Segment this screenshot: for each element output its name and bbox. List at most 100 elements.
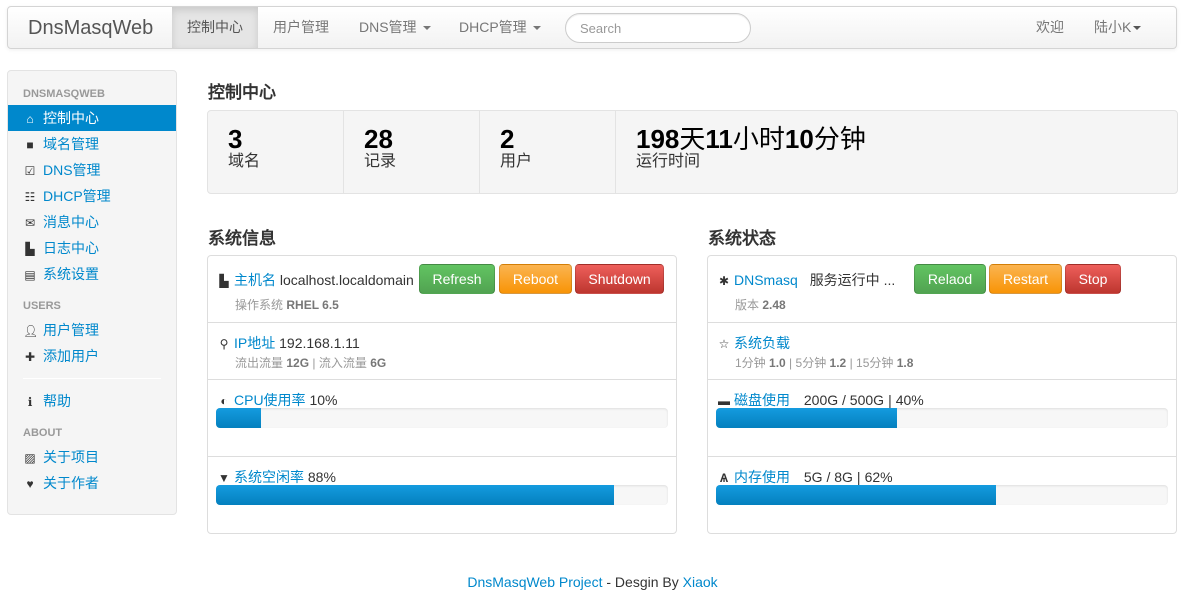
cpu-link[interactable]: CPU使用率 [234,392,306,408]
stat-value: 2 [500,124,515,154]
road-icon: Ѧ [719,471,728,485]
sidebar-item-about-author[interactable]: ♥ 关于作者 [8,470,176,496]
sysstatus-title: 系统状态 [708,229,776,248]
hdd-icon: ▬ [718,394,730,408]
load15-label: 15分钟 [856,356,894,370]
ip-link[interactable]: IP地址 [234,335,275,351]
nav-dns-dropdown[interactable]: DNS管理 [344,7,446,48]
idle-row: ▼ 系统空闲率 88% [208,457,676,533]
list-icon: ☷ [24,190,36,204]
footer: DnsMasqWeb Project - Desgin By Xiaok [0,574,1185,590]
disk-percent: 40% [895,392,924,408]
picture-icon: ▨ [24,451,36,465]
disk-link[interactable]: 磁盘使用 [734,392,790,408]
stat-users: 2 用户 [480,111,616,193]
nav-users[interactable]: 用户管理 [258,7,344,48]
nav-dhcp-label: DHCP管理 [459,19,527,35]
shutdown-button[interactable]: Shutdown [575,264,664,294]
sidebar-item-label: 帮助 [43,393,71,409]
user-menu-dropdown[interactable]: 陆小K [1079,7,1156,48]
sidebar-item-dns[interactable]: ☑ DNS管理 [8,157,176,183]
out-label: 流出流量 [235,356,284,370]
idle-line: ▼ 系统空闲率 88% [217,467,336,487]
welcome-text: 欢迎 [1036,19,1064,35]
uptime-days-unit: 天 [679,124,706,154]
os-line: 操作系统 RHEL 6.5 [235,296,339,313]
disk-value: 200G / 500G [803,392,885,408]
nav-dns-label: DNS管理 [359,19,417,35]
project-link[interactable]: DnsMasqWeb Project [467,574,602,590]
sidebar-item-label: 日志中心 [43,240,99,256]
sidebar-item-logs[interactable]: ▙ 日志中心 [8,235,176,261]
restart-button[interactable]: Restart [989,264,1062,294]
sysstatus-panel: ✱ DNSmasq 服务运行中 ... 版本 2.48 Relaod Restar… [707,255,1177,534]
load1-value: 1.0 [769,356,786,370]
sidebar-item-label: 添加用户 [43,348,99,364]
in-value: 6G [370,356,387,370]
mem-progress-bar [716,485,1168,505]
sidebar-item-help[interactable]: ℹ 帮助 [8,388,176,414]
sidebar-item-add-user[interactable]: ✚ 添加用户 [8,343,176,369]
cpu-progress-fill [216,408,262,428]
version-value: 2.48 [762,298,786,312]
stop-button[interactable]: Stop [1065,264,1121,294]
load-link[interactable]: 系统负载 [734,335,790,351]
load-line: ☆ 系统负载 [717,333,790,353]
search-input[interactable] [565,13,751,43]
load1-label: 1分钟 [735,356,766,370]
sidebar-divider [23,378,161,379]
sidebar-item-settings[interactable]: ▤ 系统设置 [8,261,176,287]
sidebar-item-messages[interactable]: ✉ 消息中心 [8,209,176,235]
reload-button[interactable]: Relaod [914,264,986,294]
sysinfo-title: 系统信息 [208,229,276,248]
host-value: localhost.localdomain [279,272,414,288]
cpu-value: 10% [309,392,338,408]
idle-link[interactable]: 系统空闲率 [234,469,304,485]
top-navbar: DnsMasqWeb 控制中心 用户管理 DNS管理 DHCP管理 欢迎 陆小K [7,6,1177,49]
map-marker-icon: ⚲ [219,337,229,351]
mem-link[interactable]: 内存使用 [734,469,790,485]
sidebar-item-domains[interactable]: ■ 域名管理 [8,131,176,157]
refresh-button[interactable]: Refresh [419,264,495,294]
in-label: 流入流量 [318,356,367,370]
sidebar-item-about-project[interactable]: ▨ 关于项目 [8,444,176,470]
uptime-minutes: 10 [784,124,814,154]
host-line: ▙ 主机名 localhost.localdomain [217,270,414,290]
reboot-button[interactable]: Reboot [499,264,572,294]
nav-dhcp-dropdown[interactable]: DHCP管理 [444,7,556,48]
check-icon: ☑ [24,164,36,178]
disk-progress-fill [716,408,897,428]
sidebar-item-label: 关于作者 [43,475,99,491]
cpu-progress-bar [216,408,668,428]
sidebar-item-label: 域名管理 [43,136,99,152]
sidebar: DNSMASQWEB ⌂ 控制中心 ■ 域名管理 ☑ DNS管理 ☷ DHCP管理 ✉ 消… [7,70,177,515]
nav-dashboard[interactable]: 控制中心 [172,7,258,48]
sysinfo-panel: ▙ 主机名 localhost.localdomain 操作系统 RHEL 6.5… [207,255,677,534]
sidebar-item-dhcp[interactable]: ☷ DHCP管理 [8,183,176,209]
caret-down-icon [1133,26,1142,31]
service-link[interactable]: DNSmasq [734,272,798,288]
author-link[interactable]: Xiaok [683,574,718,590]
ip-row: ⚲ IP地址 192.168.1.11 流出流量 12G | 流入流量 6G [208,323,676,380]
stat-records: 28 记录 [344,111,480,193]
sidebar-item-label: 控制中心 [43,110,99,126]
user-icon: 👤︎ [23,324,39,338]
stat-value: 198天11小时10分钟 [636,125,896,153]
idle-progress-bar [216,485,668,505]
sidebar-item-user-manage[interactable]: 👤︎ 用户管理 [8,317,176,343]
mem-value: 5G / 8G [803,469,853,485]
stat-value: 3 [228,124,243,154]
stat-value: 28 [364,124,393,154]
uptime-minutes-unit: 分钟 [813,124,866,154]
list-alt-icon: ▤ [24,268,36,282]
load-row: ☆ 系统负载 1分钟 1.0 | 5分钟 1.2 | 15分钟 1.8 [708,323,1176,380]
stat-uptime: 198天11小时10分钟 运行时间 [616,111,916,193]
sidebar-item-dashboard[interactable]: ⌂ 控制中心 [8,105,176,131]
sidebar-item-label: DHCP管理 [43,188,111,204]
sidebar-header-dnsmasqweb: DNSMASQWEB [23,88,105,100]
brand-logo[interactable]: DnsMasqWeb [28,17,153,40]
home-icon: ⌂ [26,112,34,126]
host-link[interactable]: 主机名 [234,272,276,288]
heart-icon: ♥ [26,477,34,491]
disk-line: ▬ 磁盘使用 200G / 500G | 40% [717,390,924,410]
